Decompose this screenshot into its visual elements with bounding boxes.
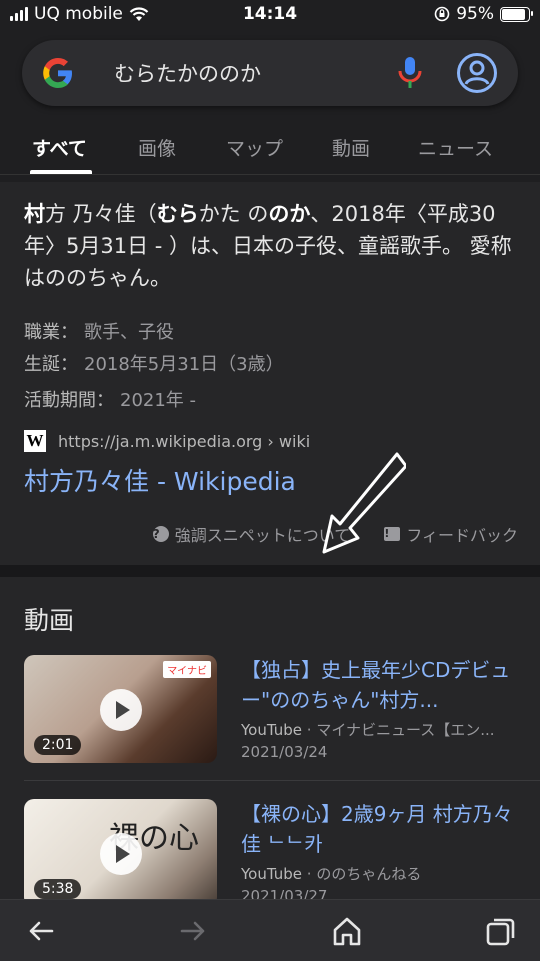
video-duration: 2:01	[34, 735, 82, 755]
battery-icon	[500, 6, 533, 22]
video-title[interactable]: 【独占】史上最年少CDデビュー"ののちゃん"村方...	[241, 655, 521, 715]
tab-videos[interactable]: 動画	[332, 134, 370, 161]
video-source: YouTube · マイナビニュース【エン...	[241, 719, 521, 740]
attribute-birth: 生誕： 2018年5月31日（3歳）	[24, 350, 284, 376]
video-channel: · ののちゃんねる	[306, 865, 422, 883]
video-date: 2021/03/24	[241, 743, 328, 761]
attribute-occupation: 職業： 歌手、子役	[24, 318, 174, 344]
video-separator	[24, 780, 540, 781]
search-input[interactable]: むらたかののか	[114, 58, 261, 88]
attribute-value: 歌手、子役	[84, 322, 174, 343]
attribute-label: 生誕：	[24, 354, 78, 375]
tab-news[interactable]: ニュース	[418, 134, 493, 161]
search-tabs: すべて 画像 マップ 動画 ニュース	[0, 126, 540, 175]
video-duration: 5:38	[34, 879, 82, 899]
account-icon[interactable]	[456, 52, 498, 94]
play-icon	[100, 833, 142, 875]
tab-maps[interactable]: マップ	[226, 134, 283, 161]
result-link[interactable]: 村方乃々佳 - Wikipedia	[24, 462, 296, 498]
video-platform: YouTube	[241, 865, 302, 883]
section-divider	[0, 565, 540, 577]
status-bar: UQ mobile 14:14 95%	[0, 0, 540, 32]
snippet-text: 村方 乃々佳（むらかた ののか、2018年〈平成30年〉5月31日 - ）は、日…	[24, 198, 520, 294]
video-source: YouTube · ののちゃんねる	[241, 863, 521, 884]
featured-snippet: 村方 乃々佳（むらかた ののか、2018年〈平成30年〉5月31日 - ）は、日…	[0, 182, 540, 565]
attribute-label: 職業：	[24, 322, 78, 343]
attribute-active-years: 活動期間： 2021年 -	[24, 386, 196, 412]
attribute-value: 2021年 -	[120, 390, 197, 411]
battery-percent: 95%	[456, 4, 494, 24]
snippet-text-2: かた の	[198, 202, 269, 226]
search-bar[interactable]: むらたかののか	[22, 40, 518, 106]
source-url: https://ja.m.wikipedia.org › wiki	[58, 431, 311, 451]
mic-icon[interactable]	[396, 55, 424, 91]
videos-section: 動画 マイナビ 2:01 【独占】史上最年少CDデビュー"ののちゃん"村方...…	[0, 577, 540, 899]
tabs-icon[interactable]	[484, 914, 518, 948]
help-icon: ?	[152, 526, 169, 542]
snippet-text-1: 方 乃々佳（	[45, 202, 157, 226]
snippet-bold-3: のか	[268, 202, 311, 226]
video-thumbnail[interactable]: 裸の心 5:38	[24, 799, 217, 899]
play-icon	[100, 689, 142, 731]
rotation-lock-icon	[434, 6, 450, 22]
snippet-bold-2: むら	[156, 202, 199, 226]
wikipedia-icon: W	[24, 430, 46, 452]
tab-all[interactable]: すべて	[32, 134, 87, 161]
active-tab-indicator	[30, 170, 92, 174]
source-row[interactable]: W https://ja.m.wikipedia.org › wiki	[24, 430, 310, 452]
video-date: 2021/03/27	[241, 887, 328, 899]
back-icon[interactable]	[24, 914, 58, 948]
google-logo-icon[interactable]	[40, 55, 76, 91]
videos-heading: 動画	[24, 606, 75, 635]
arrow-annotation-icon	[322, 452, 406, 554]
attribute-value: 2018年5月31日（3歳）	[84, 354, 284, 375]
thumbnail-badge: マイナビ	[163, 661, 211, 678]
forward-icon[interactable]	[176, 914, 210, 948]
home-icon[interactable]	[330, 914, 364, 948]
attribute-label: 活動期間：	[24, 390, 114, 411]
video-title[interactable]: 【裸の心】2歳9ヶ月 村方乃々佳 ᄂᄂ카	[241, 799, 521, 859]
video-channel: · マイナビニュース【エン...	[306, 721, 495, 739]
browser-toolbar	[0, 899, 540, 961]
feedback-label: フィードバック	[406, 526, 518, 545]
tab-images[interactable]: 画像	[138, 134, 176, 161]
video-thumbnail[interactable]: マイナビ 2:01	[24, 655, 217, 763]
video-platform: YouTube	[241, 721, 302, 739]
snippet-bold-1: 村	[24, 202, 45, 226]
